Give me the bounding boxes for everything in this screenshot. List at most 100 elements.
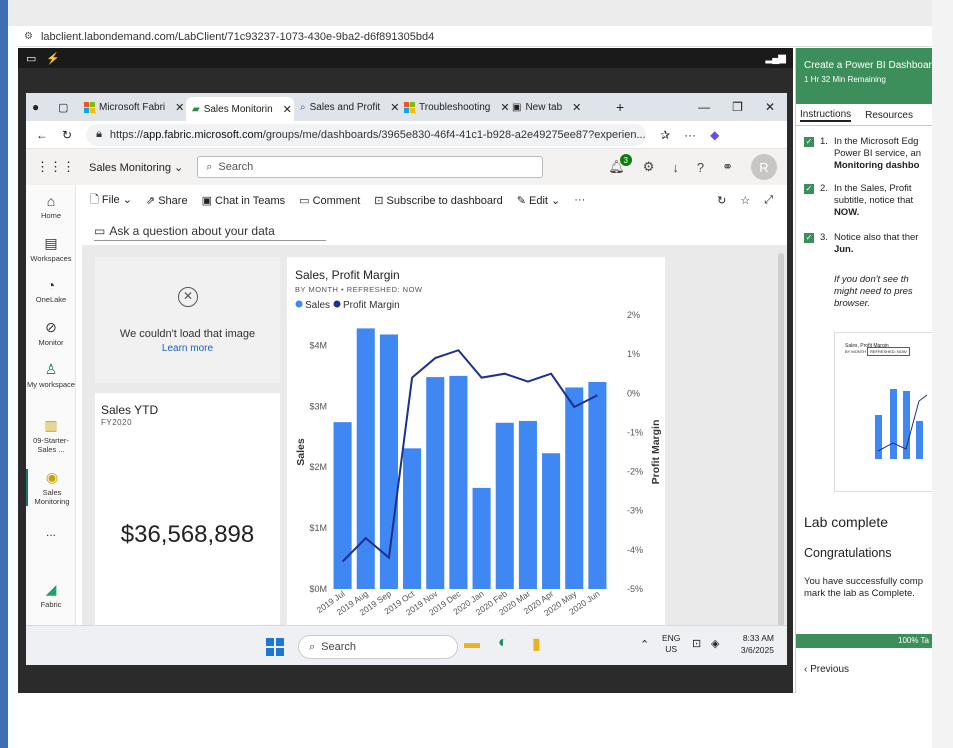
avatar[interactable]: R	[751, 154, 777, 180]
close-icon[interactable]: ✕	[572, 101, 581, 114]
checkbox-checked-icon[interactable]: ✓	[804, 184, 814, 194]
close-icon[interactable]: ✕	[283, 103, 292, 116]
tab-label: Sales Monitorin	[203, 103, 273, 115]
y2-tick-label: -3%	[627, 506, 643, 516]
chat-in-teams-button[interactable]: ▣ Chat in Teams	[202, 194, 286, 207]
signal-icon: ▂▄▆	[765, 52, 786, 64]
home-icon: ⌂	[46, 193, 56, 209]
image-tile[interactable]: ✕ We couldn't load that image Learn more	[95, 257, 280, 383]
minimize-icon[interactable]: —	[698, 100, 710, 114]
nav-more[interactable]: ...	[26, 525, 76, 539]
back-icon[interactable]: ←	[36, 128, 48, 142]
nav-home[interactable]: ⌂ Home	[26, 193, 76, 220]
favorites-icon[interactable]: ✰	[660, 128, 670, 142]
notifications-icon[interactable]: 🔔︎ 3	[608, 154, 632, 175]
edit-menu[interactable]: ✎ Edit ⌄	[517, 194, 561, 207]
nav-starter-sales[interactable]: ▥ 09-Starter-Sales ...	[26, 417, 76, 454]
step-number: 1.	[820, 136, 828, 147]
tab-label: Sales and Profit	[309, 101, 381, 113]
nav-label: 09-Starter-Sales ...	[33, 436, 69, 454]
error-icon: ✕	[178, 287, 198, 307]
window-close-icon[interactable]: ✕	[765, 100, 775, 114]
new-tab-plus-icon[interactable]: +	[616, 99, 624, 115]
address-field[interactable]: 🔒︎ https://app.fabric.microsoft.com/grou…	[86, 123, 647, 146]
kpi-subtitle: FY2020	[101, 418, 133, 427]
settings-icon[interactable]: ⚙	[643, 159, 655, 175]
browser-tab-active[interactable]: ▰ Sales Monitorin ✕	[186, 97, 294, 121]
qa-prompt: Ask a question about your data	[109, 223, 275, 238]
site-settings-icon[interactable]: ⚙	[24, 31, 33, 42]
previous-button[interactable]: ‹ Previous	[804, 664, 849, 675]
vertical-scrollbar[interactable]	[778, 253, 784, 631]
browser-tab[interactable]: ▣ New tab ✕	[506, 96, 610, 118]
chart-tile[interactable]: Sales, Profit Margin BY MONTH • REFRESHED…	[287, 257, 665, 625]
legend-label-sales: Sales	[305, 300, 330, 311]
dashboard-icon: ◉	[45, 469, 59, 485]
nav-my-workspace[interactable]: ♙ My workspace	[26, 361, 76, 389]
kpi-tile[interactable]: Sales YTD FY2020 $36,568,898	[95, 393, 280, 625]
clock-time: 8:33 AM	[742, 633, 774, 643]
share-button[interactable]: ⇗ Share	[146, 194, 188, 207]
profile-icon[interactable]: ●	[32, 100, 58, 114]
y-tick-label: $0M	[309, 584, 327, 594]
previous-label: Previous	[810, 664, 850, 675]
workspace-breadcrumb[interactable]: Sales Monitoring ⌄	[89, 161, 183, 174]
file-menu[interactable]: 🗋︎ File ⌄	[90, 191, 132, 210]
browser-tab[interactable]: Troubleshooting ✕	[398, 96, 510, 118]
nav-monitor[interactable]: ⊘ Monitor	[26, 319, 76, 347]
lab-time-remaining: 1 Hr 32 Min Remaining	[804, 75, 886, 84]
taskbar-search[interactable]: ⌕ Search	[298, 635, 458, 659]
chart-subtitle: BY MONTH • REFRESHED: NOW	[295, 285, 423, 294]
nav-fabric[interactable]: ◢ Fabric	[26, 581, 76, 609]
bar-sales	[518, 420, 537, 589]
checkbox-checked-icon[interactable]: ✓	[804, 137, 814, 147]
checkbox-checked-icon[interactable]: ✓	[804, 233, 814, 243]
help-icon[interactable]: ?	[697, 160, 704, 175]
share-icon[interactable]: ⚭	[722, 159, 733, 175]
search-icon: ⌕	[300, 101, 306, 113]
outer-address-bar[interactable]: ⚙ labclient.labondemand.com/LabClient/71…	[18, 27, 932, 47]
learn-more-link[interactable]: Learn more	[95, 343, 280, 354]
bar-sales	[542, 453, 561, 589]
nav-sales-monitoring[interactable]: ◉ Sales Monitoring	[26, 469, 76, 506]
browser-tab[interactable]: ⌕ Sales and Profit ✕	[294, 96, 399, 118]
lab-tabs: Instructions Resources	[796, 106, 932, 126]
powerbi-desktop-icon[interactable]: ▮	[532, 634, 541, 654]
favorite-icon[interactable]: ☆	[740, 194, 750, 207]
language-indicator[interactable]: ENG US	[662, 633, 680, 655]
network-icon[interactable]: ⊡	[692, 637, 701, 650]
monitor-icon[interactable]: ▭	[26, 52, 36, 65]
tab-instructions[interactable]: Instructions	[800, 109, 852, 122]
nav-onelake[interactable]: ◔ OneLake	[26, 277, 76, 304]
lab-step: ✓ 2. In the Sales, Profit subtitle, notic…	[804, 183, 932, 219]
clock[interactable]: 8:33 AM 3/6/2025	[732, 632, 774, 656]
edit-label: Edit	[529, 194, 548, 207]
app-launcher-icon[interactable]: ⋮⋮⋮	[36, 159, 75, 175]
volume-icon[interactable]: ◈	[711, 637, 719, 650]
copilot-icon[interactable]: ◆	[710, 128, 719, 142]
y-tick-label: $4M	[309, 340, 327, 350]
nav-workspaces[interactable]: ▤ Workspaces	[26, 235, 76, 263]
tab-resources[interactable]: Resources	[865, 110, 913, 121]
left-edge-strip	[0, 0, 8, 748]
chevron-up-icon[interactable]: ⌃	[640, 638, 649, 651]
close-icon[interactable]: ✕	[175, 101, 184, 114]
comment-button[interactable]: ▭ Comment	[299, 194, 360, 207]
edge-icon[interactable]: ◐	[498, 634, 508, 652]
subscribe-button[interactable]: ⊡ Subscribe to dashboard	[374, 194, 502, 207]
fullscreen-icon[interactable]: ⤢	[764, 194, 773, 207]
image-error-message: We couldn't load that image	[119, 328, 256, 340]
more-icon[interactable]: ···	[684, 128, 696, 142]
tab-actions-icon[interactable]: ▢	[58, 101, 78, 114]
more-options-button[interactable]: ···	[574, 194, 585, 206]
restore-icon[interactable]: ❐	[732, 100, 743, 114]
lightning-icon[interactable]: ⚡	[46, 52, 60, 65]
windows-start-icon[interactable]	[266, 638, 284, 656]
refresh-icon[interactable]: ↻	[62, 128, 72, 142]
file-explorer-icon[interactable]: ▬	[464, 635, 480, 653]
download-icon[interactable]: ↓	[672, 160, 679, 175]
qa-input[interactable]: ▭ Ask a question about your data	[94, 221, 326, 241]
search-input[interactable]: ⌕ Search	[197, 156, 544, 178]
browser-tab[interactable]: Microsoft Fabri ✕	[78, 96, 186, 118]
refresh-icon[interactable]: ↻	[717, 194, 726, 207]
